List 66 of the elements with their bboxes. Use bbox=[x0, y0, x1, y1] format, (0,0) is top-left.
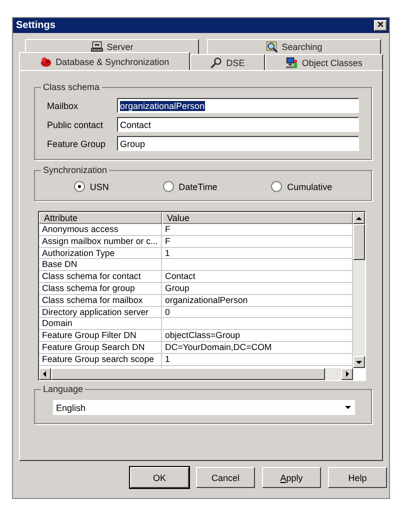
tab-label[interactable]: Server bbox=[106, 42, 134, 52]
input-field[interactable]: Group bbox=[117, 136, 359, 151]
group-title: Synchronization bbox=[41, 165, 110, 175]
radio-label: USN bbox=[90, 182, 109, 192]
table-cell: DC=YourDomain,DC=COM bbox=[162, 342, 353, 354]
table-cell: Assign mailbox number or c... bbox=[39, 236, 162, 248]
tab[interactable]: Object Classes bbox=[265, 54, 383, 70]
table-cell: Directory application server bbox=[39, 306, 162, 318]
field-label: Mailbox bbox=[47, 100, 80, 110]
scroll-right-button[interactable] bbox=[341, 368, 353, 380]
computer-icon bbox=[286, 56, 298, 68]
close-button[interactable]: × bbox=[374, 20, 387, 31]
tab[interactable]: Database & Synchronization bbox=[19, 52, 190, 70]
column-header[interactable]: Attribute bbox=[39, 212, 162, 224]
column-header[interactable]: Value bbox=[162, 212, 353, 224]
radio-label: DateTime bbox=[178, 182, 218, 192]
dialog-button[interactable]: Help bbox=[328, 467, 387, 488]
table-cell: Base DN bbox=[39, 259, 162, 272]
vertical-scrollbar[interactable] bbox=[353, 212, 365, 368]
table-cell: Class schema for group bbox=[39, 282, 162, 295]
radio-button[interactable] bbox=[162, 181, 174, 192]
field-label: Feature Group bbox=[47, 138, 107, 148]
tab-label[interactable]: Database & Synchronization bbox=[56, 56, 170, 66]
database-icon bbox=[40, 56, 52, 68]
table-cell: 0 bbox=[162, 306, 353, 318]
table-cell: Feature Group Search DN bbox=[39, 342, 162, 354]
table-cell: Authorization Type bbox=[39, 248, 162, 260]
group-title: Class schema bbox=[41, 82, 102, 92]
table-cell: Feature Group Filter DN bbox=[39, 330, 162, 342]
table-cell: Anonymous access bbox=[39, 224, 162, 236]
scroll-left-button[interactable] bbox=[39, 368, 51, 380]
radio-button[interactable] bbox=[271, 181, 282, 192]
table-cell: F bbox=[162, 236, 353, 248]
tab[interactable]: Searching bbox=[207, 39, 381, 54]
window-title: Settings bbox=[16, 20, 56, 31]
table-cell: Class schema for contact bbox=[39, 271, 162, 283]
scroll-down-button[interactable] bbox=[353, 356, 365, 368]
table-cell: Class schema for mailbox bbox=[39, 294, 162, 307]
input-field[interactable]: Contact bbox=[117, 117, 359, 132]
radio-button[interactable] bbox=[74, 181, 85, 192]
dialog-button[interactable]: Apply bbox=[262, 467, 321, 488]
table-cell: Domain bbox=[39, 318, 162, 330]
dialog-button[interactable]: Cancel bbox=[196, 467, 255, 488]
table-cell: organizationalPerson bbox=[162, 294, 353, 307]
group-title: Language bbox=[41, 384, 86, 394]
tab-label[interactable]: DSE bbox=[226, 58, 245, 68]
scroll-thumb[interactable] bbox=[353, 224, 365, 260]
server-icon bbox=[90, 41, 103, 53]
input-field[interactable]: organizationalPerson bbox=[117, 98, 359, 113]
table-cell: Contact bbox=[162, 271, 353, 283]
field-label: Public contact bbox=[47, 120, 104, 130]
tab-label[interactable]: Object Classes bbox=[302, 58, 362, 68]
table-cell: Feature Group search scope bbox=[39, 354, 162, 366]
tab[interactable]: DSE bbox=[190, 54, 266, 70]
dialog-button[interactable]: OK bbox=[130, 467, 189, 488]
table-cell: 1 bbox=[162, 248, 353, 260]
table-cell: objectClass=Group bbox=[162, 330, 353, 342]
tab-label[interactable]: Searching bbox=[282, 42, 322, 52]
wrench-icon bbox=[210, 56, 222, 68]
radio-label: Cumulative bbox=[287, 182, 332, 192]
magnifier-icon bbox=[266, 41, 278, 53]
table-cell: F bbox=[162, 224, 353, 236]
scroll-up-button[interactable] bbox=[353, 212, 365, 224]
table-cell: Group bbox=[162, 282, 353, 295]
table-cell: 1 bbox=[162, 354, 353, 366]
language-dropdown[interactable]: English bbox=[53, 400, 355, 415]
